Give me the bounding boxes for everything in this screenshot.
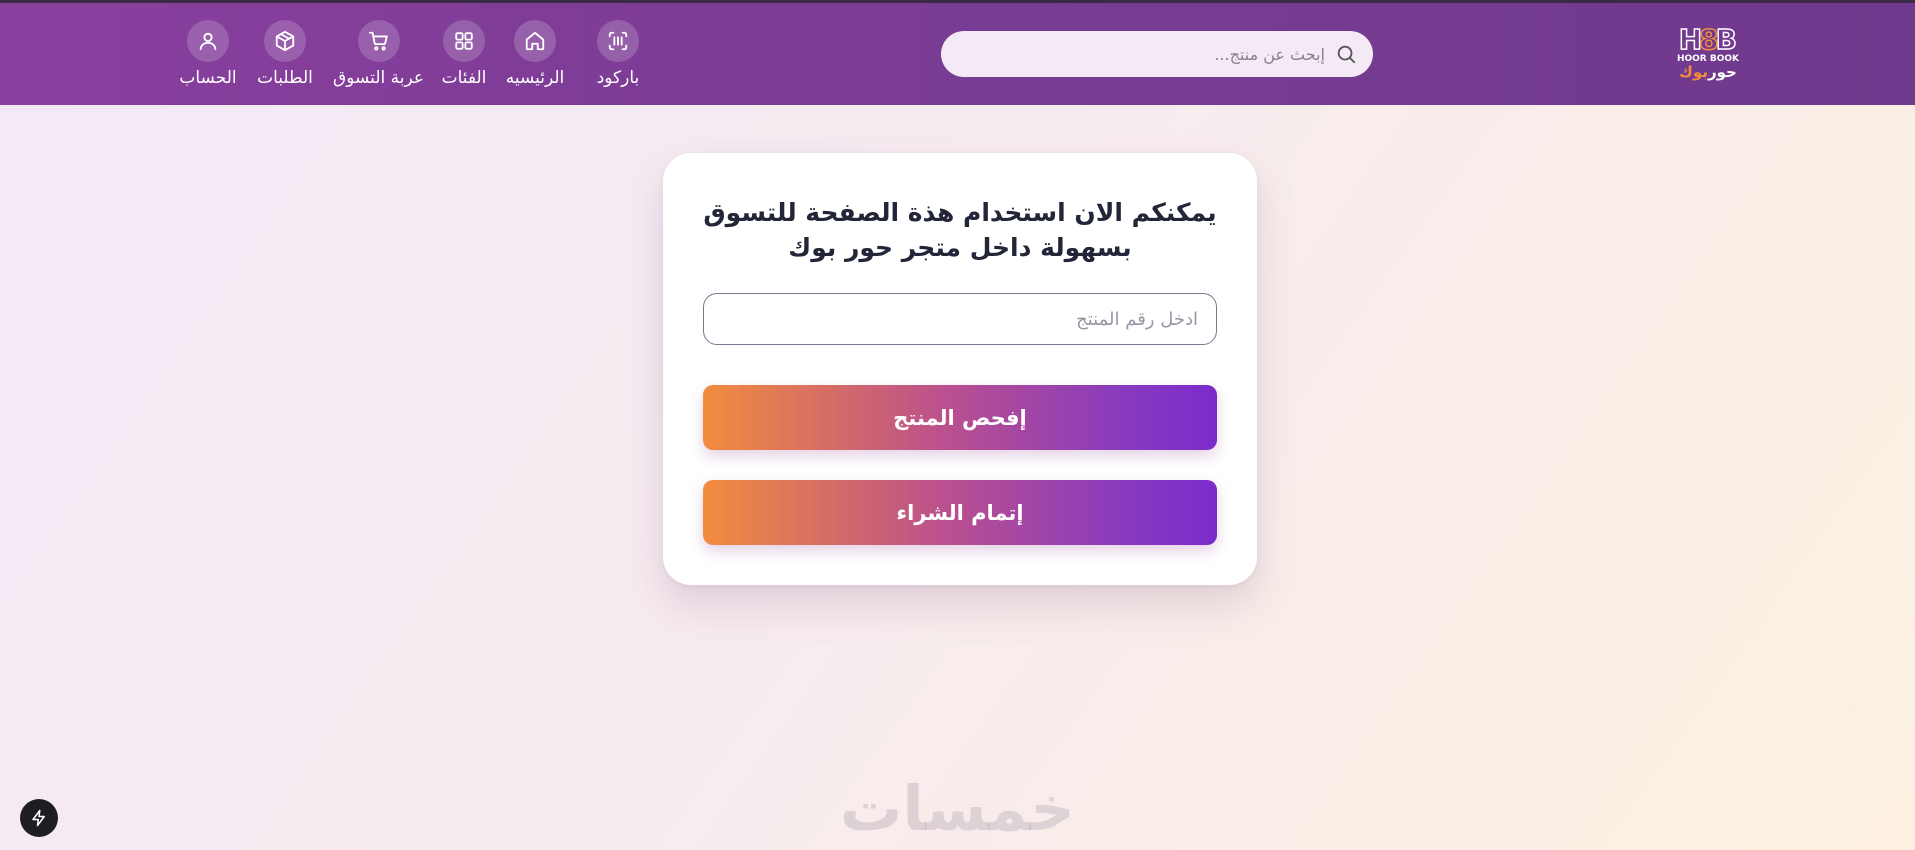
check-product-button[interactable]: إفحص المنتج xyxy=(703,385,1217,450)
nav-item-barcode[interactable]: باركود xyxy=(573,20,663,88)
checkout-button[interactable]: إتمام الشراء xyxy=(703,480,1217,545)
grid-icon xyxy=(455,32,473,50)
home-icon xyxy=(525,31,545,51)
logo-arabic-accent: بوك xyxy=(1679,63,1708,81)
nav-item-account[interactable]: الحساب xyxy=(163,20,253,88)
nav-item-circle xyxy=(597,20,639,62)
nav-item-circle xyxy=(514,20,556,62)
top-navbar: H8B HOOR BOOK حوربوك باركود الرئيسيه xyxy=(0,3,1915,105)
barcode-shopping-card: يمكنكم الان استخدام هذة الصفحة للتسوق بس… xyxy=(663,153,1257,585)
user-icon xyxy=(199,32,217,51)
nav-item-categories[interactable]: الفئات xyxy=(419,20,509,88)
product-number-input[interactable] xyxy=(703,293,1217,345)
khamsat-watermark: خمسات xyxy=(840,772,1075,845)
cart-icon xyxy=(368,31,388,51)
card-title: يمكنكم الان استخدام هذة الصفحة للتسوق بس… xyxy=(703,198,1217,262)
barcode-icon xyxy=(608,31,628,51)
nav-label: الطلبات xyxy=(257,68,313,88)
nav-item-circle xyxy=(187,20,229,62)
search-input[interactable] xyxy=(955,31,1325,77)
nav-label: الحساب xyxy=(179,68,237,88)
nav-label: الفئات xyxy=(441,68,487,88)
search-icon[interactable] xyxy=(1335,43,1357,65)
logo-mark: H8B xyxy=(1678,22,1738,57)
nav-label: عربة التسوق xyxy=(333,68,424,88)
logo-arabic-main: حور xyxy=(1707,63,1737,81)
nav-item-cart[interactable]: عربة التسوق xyxy=(333,20,424,88)
site-logo[interactable]: H8B HOOR BOOK حوربوك xyxy=(1676,22,1740,81)
nav-label: باركود xyxy=(596,68,640,88)
logo-arabic-name: حوربوك xyxy=(1678,63,1738,81)
nav-item-orders[interactable]: الطلبات xyxy=(240,20,330,88)
search-bar xyxy=(941,31,1373,77)
nav-item-circle xyxy=(358,20,400,62)
nav-item-circle xyxy=(443,20,485,62)
nav-item-circle xyxy=(264,20,306,62)
package-icon xyxy=(275,30,295,52)
